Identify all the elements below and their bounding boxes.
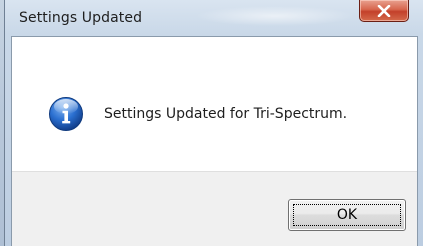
dialog-message: Settings Updated for Tri-Spectrum. — [104, 106, 348, 122]
ok-button[interactable]: OK — [288, 199, 406, 231]
title-bar-glare — [195, 6, 355, 26]
dialog-button-bar: OK — [12, 171, 417, 246]
title-bar[interactable]: Settings Updated — [5, 0, 423, 36]
close-icon — [377, 4, 391, 17]
ok-button-label: OK — [336, 207, 358, 223]
window-title: Settings Updated — [19, 10, 143, 26]
dialog-client-area: Settings Updated for Tri-Spectrum. OK — [11, 36, 418, 246]
message-area: Settings Updated for Tri-Spectrum. — [12, 37, 417, 171]
dialog-window: Settings Updated Settings Updated for Tr… — [4, 0, 423, 246]
info-icon — [49, 97, 83, 131]
close-button[interactable] — [359, 0, 409, 22]
